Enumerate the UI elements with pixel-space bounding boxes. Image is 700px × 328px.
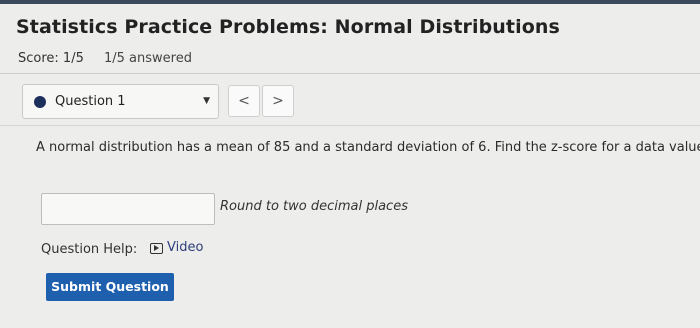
score-label: Score: 1/5 xyxy=(18,51,84,66)
video-help-link[interactable]: Video xyxy=(167,240,203,255)
divider xyxy=(0,73,700,74)
page-title: Statistics Practice Problems: Normal Dis… xyxy=(16,16,560,38)
problem-text: A normal distribution has a mean of 85 a… xyxy=(36,140,700,155)
next-question-button[interactable]: > xyxy=(262,85,294,117)
answer-field[interactable] xyxy=(41,193,215,225)
chevron-down-icon: ▼ xyxy=(203,96,210,106)
question-select-label: Question 1 xyxy=(55,94,126,109)
video-play-icon[interactable] xyxy=(150,243,163,254)
previous-question-button[interactable]: < xyxy=(228,85,260,117)
question-status-dot-icon xyxy=(34,96,46,108)
question-help-label: Question Help: xyxy=(41,242,138,257)
answer-input[interactable] xyxy=(42,194,214,224)
rounding-hint: Round to two decimal places xyxy=(220,199,408,214)
question-select[interactable]: Question 1 ▼ xyxy=(22,84,219,119)
submit-question-button[interactable]: Submit Question xyxy=(46,273,174,301)
chevron-left-icon: < xyxy=(238,93,250,109)
divider xyxy=(0,125,700,126)
top-bar xyxy=(0,0,700,4)
chevron-right-icon: > xyxy=(272,93,284,109)
answered-count: 1/5 answered xyxy=(104,51,192,66)
